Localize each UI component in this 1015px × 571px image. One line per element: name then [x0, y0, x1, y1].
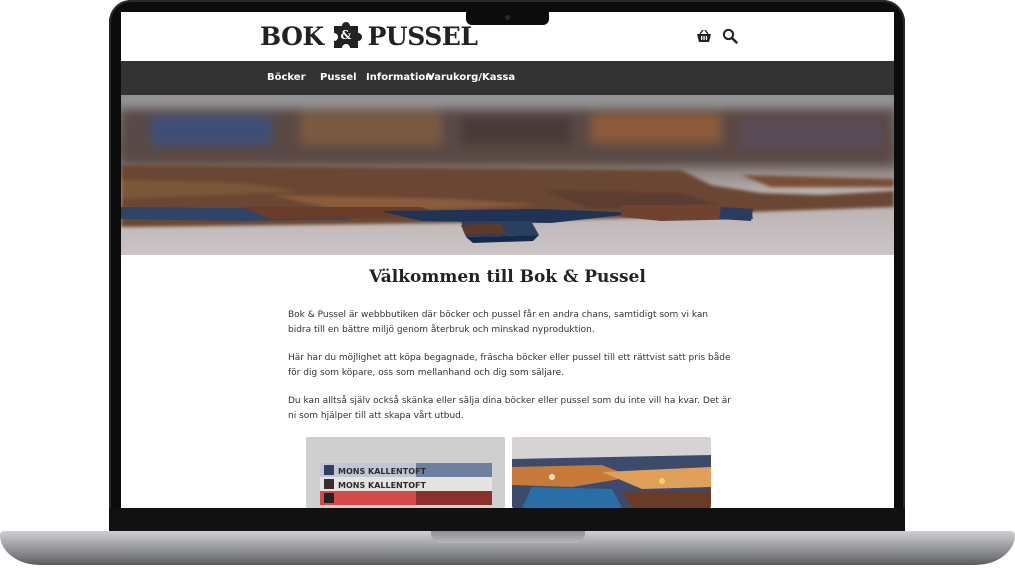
browser-viewport: BOK & PUSSEL Böcker Pussel Information V… — [121, 12, 894, 508]
book-spine-author-2: MONS KALLENTOFT — [338, 481, 426, 490]
nav-item-bocker[interactable]: Böcker — [267, 61, 306, 95]
camera-icon — [505, 15, 510, 20]
hero-image — [121, 95, 894, 255]
nav-item-information[interactable]: Information — [366, 61, 432, 95]
nav-item-pussel[interactable]: Pussel — [320, 61, 357, 95]
puzzle-piece-icon: & — [325, 20, 367, 52]
books-category-image[interactable]: MONS KALLENTOFT MONS KALLENTOFT — [306, 437, 505, 508]
intro-paragraph-2: Här har du möjlighet att köpa begagnade,… — [288, 353, 731, 378]
nav-item-varukorg-kassa[interactable]: Varukorg/Kassa — [427, 61, 515, 95]
laptop-bezel — [109, 508, 905, 532]
main-nav: Böcker Pussel Information Varukorg/Kassa — [121, 61, 894, 95]
site-logo[interactable]: BOK & PUSSEL — [260, 20, 478, 52]
laptop-base-notch — [431, 531, 585, 543]
main-content: Välkommen till Bok & Pussel Bok & Pussel… — [121, 255, 894, 508]
puzzles-category-image[interactable] — [512, 437, 711, 508]
search-icon[interactable] — [722, 28, 738, 44]
logo-text-left: BOK — [260, 21, 324, 51]
camera-notch — [466, 12, 549, 25]
book-spine-author-1: MONS KALLENTOFT — [338, 467, 426, 476]
logo-ampersand: & — [340, 28, 351, 42]
intro-paragraph-1: Bok & Pussel är webbbutiken där böcker o… — [288, 310, 709, 335]
logo-text-right: PUSSEL — [367, 21, 478, 51]
basket-icon[interactable] — [696, 28, 712, 44]
page-title: Välkommen till Bok & Pussel — [369, 267, 646, 287]
intro-paragraph-3: Du kan alltså själv också skänka eller s… — [288, 396, 731, 421]
